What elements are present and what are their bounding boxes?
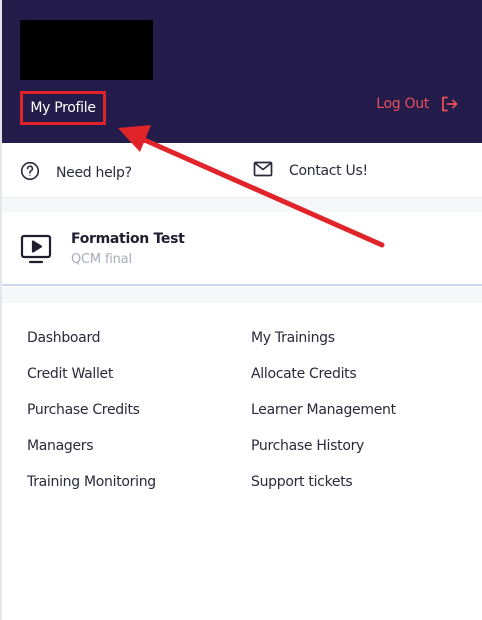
help-row: Need help? Contact Us!: [2, 143, 482, 198]
menu-column-right: My Trainings Allocate Credits Learner Ma…: [251, 329, 396, 492]
navigation-menu: Dashboard Credit Wallet Purchase Credits…: [2, 303, 482, 620]
menu-item-purchase-credits[interactable]: Purchase Credits: [27, 401, 156, 420]
logout-arrow-icon: [441, 96, 458, 112]
header: My Profile Log Out: [2, 0, 482, 143]
menu-item-training-monitoring[interactable]: Training Monitoring: [27, 473, 156, 492]
menu-item-managers[interactable]: Managers: [27, 437, 156, 456]
need-help-link[interactable]: Need help?: [20, 161, 132, 185]
menu-item-allocate-credits[interactable]: Allocate Credits: [251, 365, 396, 384]
my-profile-link[interactable]: My Profile: [20, 91, 106, 125]
course-subtitle: QCM final: [71, 252, 132, 267]
menu-item-support-tickets[interactable]: Support tickets: [251, 473, 396, 492]
my-profile-label: My Profile: [30, 100, 96, 116]
contact-us-label: Contact Us!: [289, 163, 368, 179]
logo: [20, 20, 153, 80]
need-help-label: Need help?: [56, 165, 132, 181]
question-circle-icon: [20, 161, 40, 185]
video-play-icon: [20, 233, 52, 269]
contact-us-link[interactable]: Contact Us!: [253, 161, 368, 181]
menu-item-purchase-history[interactable]: Purchase History: [251, 437, 396, 456]
menu-item-credit-wallet[interactable]: Credit Wallet: [27, 365, 156, 384]
current-course-card[interactable]: Formation Test QCM final: [2, 212, 482, 286]
logout-link[interactable]: Log Out: [376, 96, 458, 112]
menu-item-dashboard[interactable]: Dashboard: [27, 329, 156, 348]
separator: [2, 287, 482, 303]
envelope-icon: [253, 161, 273, 181]
menu-column-left: Dashboard Credit Wallet Purchase Credits…: [27, 329, 156, 492]
menu-item-my-trainings[interactable]: My Trainings: [251, 329, 396, 348]
logout-label: Log Out: [376, 96, 429, 112]
course-title: Formation Test: [71, 231, 185, 247]
menu-item-learner-management[interactable]: Learner Management: [251, 401, 396, 420]
separator: [2, 198, 482, 212]
